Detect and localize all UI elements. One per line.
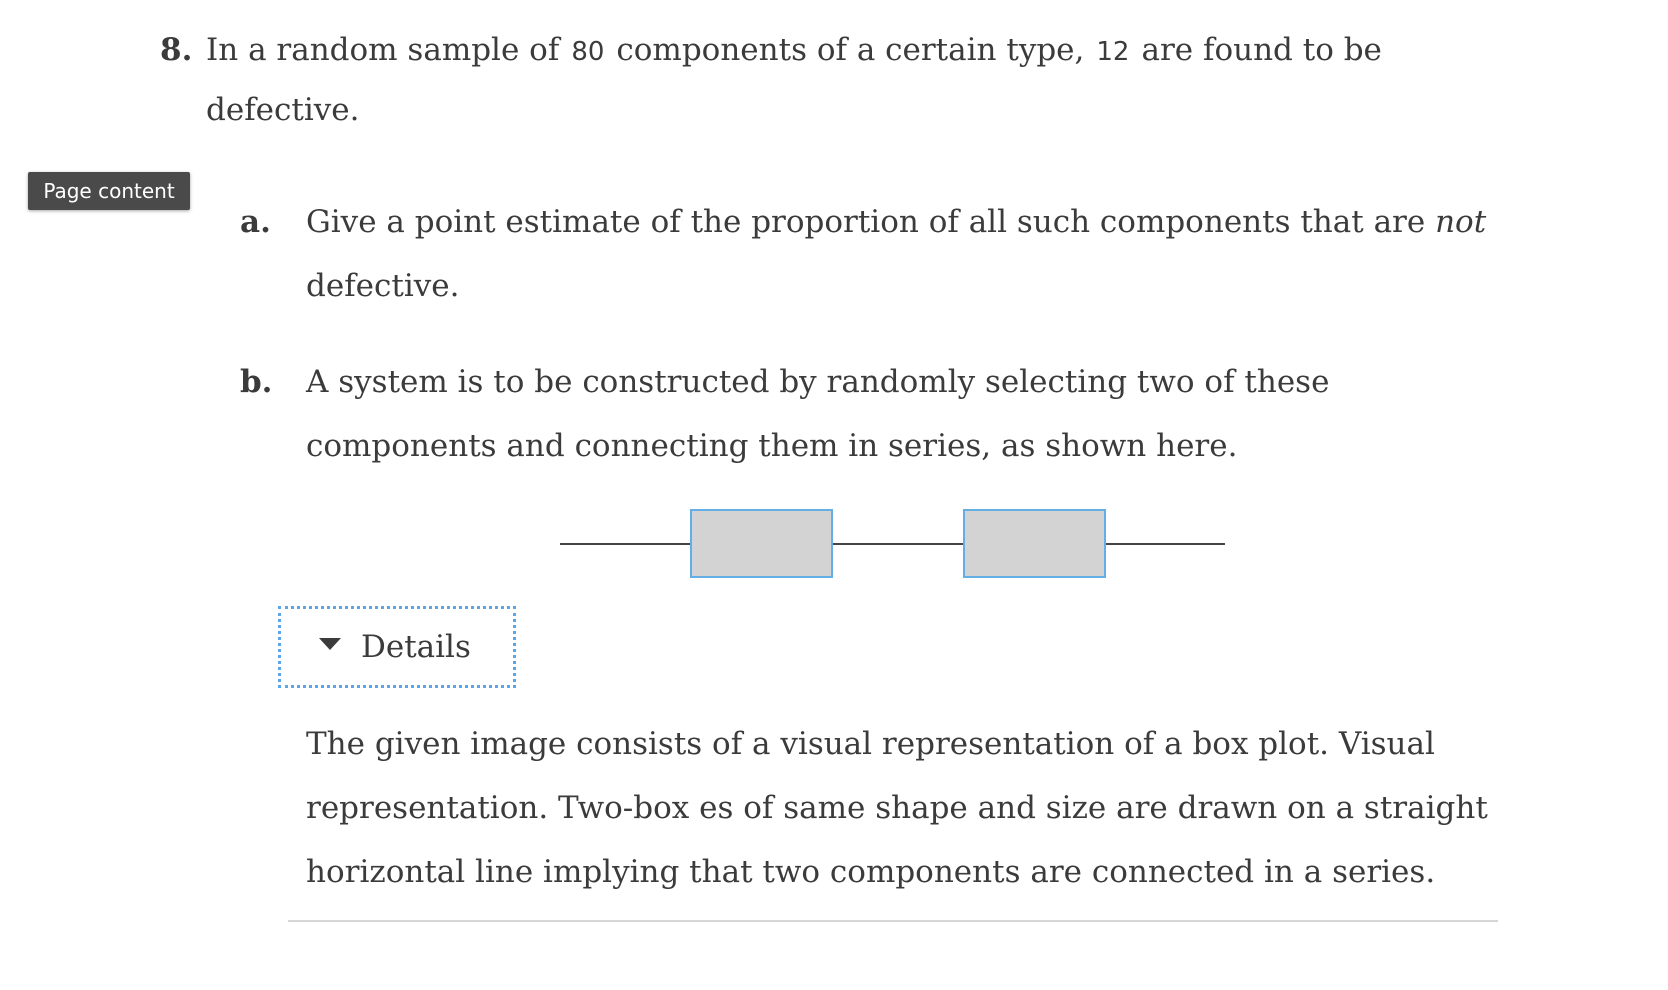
divider bbox=[288, 920, 1498, 922]
details-toggle[interactable]: Details bbox=[278, 606, 516, 688]
details-label: Details bbox=[361, 629, 471, 665]
part-a: a. Give a point estimate of the proporti… bbox=[240, 190, 1500, 318]
part-b-letter: b. bbox=[240, 364, 273, 400]
problem-text-continued: defective. bbox=[206, 92, 360, 128]
sample-size-value: 80 bbox=[571, 37, 605, 67]
series-system-diagram bbox=[560, 509, 1225, 578]
component-box-2 bbox=[963, 509, 1106, 578]
problem-number: 8. bbox=[160, 32, 193, 68]
problem-text-before: In a random sample of bbox=[206, 32, 560, 68]
defective-count-value: 12 bbox=[1096, 37, 1130, 67]
page-content-label[interactable]: Page content bbox=[28, 172, 190, 210]
part-b: b. A system is to be constructed by rand… bbox=[240, 350, 1500, 478]
part-a-letter: a. bbox=[240, 204, 271, 240]
part-a-text-before: Give a point estimate of the proportion … bbox=[306, 204, 1426, 240]
part-a-text-after: defective. bbox=[306, 268, 460, 304]
part-b-text: A system is to be constructed by randoml… bbox=[306, 364, 1330, 464]
part-a-emphasis: not bbox=[1435, 204, 1487, 240]
part-a-text: Give a point estimate of the proportion … bbox=[306, 190, 1500, 318]
details-description: The given image consists of a visual rep… bbox=[306, 726, 1488, 890]
component-box-1 bbox=[690, 509, 833, 578]
problem-text-middle: components of a certain type, bbox=[616, 32, 1085, 68]
problem-statement: 8. In a random sample of 80 components of a… bbox=[160, 18, 1382, 84]
triangle-down-icon bbox=[319, 638, 341, 650]
problem-text-after: are found to be bbox=[1141, 32, 1382, 68]
